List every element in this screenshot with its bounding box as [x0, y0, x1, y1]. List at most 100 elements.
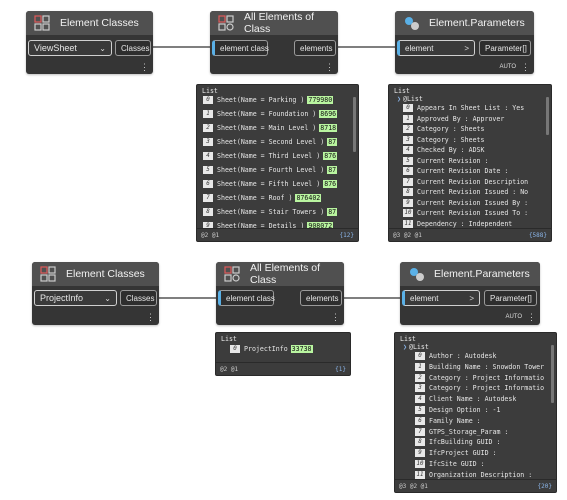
menu-dots-icon[interactable]: ⋮: [331, 312, 340, 323]
list-item[interactable]: 4 Client Name : Autodesk: [415, 394, 516, 404]
element-parameters-node-2[interactable]: Element.Parameters element > Parameter[] …: [400, 262, 540, 325]
list-item[interactable]: 6 Family Name :: [415, 416, 481, 426]
list-index: 2: [415, 373, 425, 382]
list-item[interactable]: 1 Approved By : Approver: [403, 114, 504, 124]
list-index: 7: [203, 194, 213, 202]
list-item[interactable]: 9 IfcProject GUID :: [415, 448, 497, 458]
list-levels: @3 @2 @1: [393, 232, 422, 239]
list-item[interactable]: 4 Sheet(Name = Third Level ) 876: [203, 151, 338, 161]
list-item[interactable]: 9 Current Revision Issued By :: [403, 198, 528, 208]
watch-list: 0 Author : Autodesk 1 Building Name : Snowd…: [415, 351, 551, 479]
input-port-element-class[interactable]: element class: [212, 40, 269, 56]
node-header[interactable]: All Elements of Class: [210, 11, 338, 35]
list-item[interactable]: 10 IfcSite GUID :: [415, 459, 485, 469]
output-port-parameters[interactable]: Parameter[]: [479, 40, 531, 56]
element-id-badge[interactable]: 33738: [290, 345, 313, 353]
list-item[interactable]: 11 Organization Description :: [415, 470, 532, 479]
all-elements-node[interactable]: All Elements of Class element class elem…: [210, 11, 338, 74]
element-id-badge[interactable]: 876: [323, 180, 338, 188]
list-item[interactable]: 8 Current Revision Issued : No: [403, 187, 528, 197]
node-header[interactable]: All Elements of Class: [216, 262, 344, 286]
element-id-badge[interactable]: 8696: [319, 110, 338, 118]
watch-header: List: [400, 335, 416, 343]
menu-dots-icon[interactable]: ⋮: [521, 62, 530, 73]
list-item[interactable]: 8 Sheet(Name = Stair Towers ) 87: [203, 207, 338, 217]
output-port-classes[interactable]: Classes: [120, 290, 157, 306]
list-item[interactable]: 1 Building Name : Snowdon Tower: [415, 362, 544, 372]
list-item[interactable]: 6 Sheet(Name = Fifth Level ) 876: [203, 179, 338, 189]
menu-dots-icon[interactable]: ⋮: [146, 312, 155, 323]
element-id-badge[interactable]: 8718: [319, 124, 338, 132]
element-parameters-node[interactable]: Element.Parameters element > Parameter[] …: [395, 11, 534, 74]
list-item[interactable]: 3 Sheet(Name = Second Level ) 87: [203, 137, 338, 147]
scroll-bar[interactable]: [546, 97, 549, 135]
class-dropdown[interactable]: ProjectInfo ⌄: [34, 290, 117, 306]
list-item[interactable]: 1 Sheet(Name = Foundation ) 8696: [203, 109, 338, 119]
menu-dots-icon[interactable]: ⋮: [527, 312, 536, 323]
menu-dots-icon[interactable]: ⋮: [325, 62, 334, 73]
element-id-badge[interactable]: 87: [327, 208, 338, 216]
element-id-badge[interactable]: 87: [327, 166, 338, 174]
element-classes-node[interactable]: Element Classes ViewSheet ⌄ Classes ⋮: [26, 11, 153, 74]
list-item[interactable]: 8 IfcBuilding GUID :: [415, 437, 500, 447]
list-item[interactable]: 7 GTPS_Storage_Param :: [415, 427, 508, 437]
scroll-bar[interactable]: [353, 97, 356, 152]
list-levels: @2 @1: [201, 232, 220, 239]
item-count: {1}: [335, 366, 346, 373]
list-item[interactable]: 6 Current Revision Date :: [403, 166, 508, 176]
scroll-bar[interactable]: [551, 345, 554, 403]
menu-dots-icon[interactable]: ⋮: [140, 62, 149, 73]
input-port-element-class[interactable]: element class: [218, 290, 275, 306]
list-item[interactable]: 2 Category : Project Informatio: [415, 373, 544, 383]
item-count: {12}: [339, 232, 354, 239]
list-value: Author : Autodesk: [429, 352, 497, 360]
list-item[interactable]: 10 Current Revision Issued To :: [403, 208, 528, 218]
watch-parameters-preview[interactable]: List ❯ @List 0 Appears In Sheet List : Yes…: [388, 84, 552, 242]
lacing-label[interactable]: AUTO: [499, 64, 516, 70]
element-id-badge[interactable]: 87: [327, 138, 338, 146]
class-dropdown[interactable]: ViewSheet ⌄: [28, 40, 112, 56]
port-label: elements: [306, 293, 339, 303]
element-id-badge[interactable]: 779980: [307, 96, 334, 104]
item-count: {20}: [537, 483, 552, 490]
sublist-label[interactable]: ❯ @List: [397, 95, 423, 103]
output-port-parameters[interactable]: Parameter[]: [484, 290, 537, 306]
list-item[interactable]: 4 Checked By : ADSK: [403, 145, 485, 155]
sublist-label[interactable]: ❯ @List: [403, 343, 429, 351]
list-item[interactable]: 7 Current Revision Description: [403, 177, 528, 187]
parameters-icon: [405, 17, 419, 30]
input-port-element[interactable]: element >: [402, 290, 480, 306]
input-port-element[interactable]: element >: [397, 40, 475, 56]
list-item[interactable]: 3 Category : Sheets: [403, 135, 485, 145]
list-item[interactable]: 9 Sheet(Name = Details ) 908072: [203, 221, 334, 228]
list-index: 1: [203, 110, 213, 118]
watch-parameters-preview-2[interactable]: List ❯ @List 0 Author : Autodesk 1 Building …: [394, 332, 557, 493]
list-item[interactable]: 5 Design Option : -1: [415, 405, 500, 415]
node-header[interactable]: Element.Parameters: [400, 262, 540, 286]
list-item[interactable]: 7 Sheet(Name = Roof ) 876402: [203, 193, 322, 203]
list-item[interactable]: 11 Dependency : Independent: [403, 219, 512, 229]
list-item[interactable]: 0 Sheet(Name = Parking ) 779980: [203, 95, 334, 105]
element-id-badge[interactable]: 876: [323, 152, 338, 160]
all-elements-node-2[interactable]: All Elements of Class element class elem…: [216, 262, 344, 325]
output-port-classes[interactable]: Classes: [115, 40, 151, 56]
node-header[interactable]: Element Classes: [32, 262, 159, 286]
list-item[interactable]: 0 Author : Autodesk: [415, 351, 497, 361]
list-item[interactable]: 5 Sheet(Name = Fourth Level ) 87: [203, 165, 338, 175]
element-classes-node-2[interactable]: Element Classes ProjectInfo ⌄ Classes ⋮: [32, 262, 159, 325]
list-item[interactable]: 3 Category : Project Informatio: [415, 383, 544, 393]
expand-caret-icon: ❯: [397, 95, 401, 103]
node-header[interactable]: Element Classes: [26, 11, 153, 35]
lacing-label[interactable]: AUTO: [505, 314, 522, 320]
list-item[interactable]: 0 ProjectInfo 33738: [230, 344, 313, 354]
watch-elements-preview-2[interactable]: List 0 ProjectInfo 33738 @2 @1 {1}: [215, 332, 351, 376]
list-item[interactable]: 0 Appears In Sheet List : Yes: [403, 103, 524, 113]
list-item[interactable]: 5 Current Revision :: [403, 156, 488, 166]
node-header[interactable]: Element.Parameters: [395, 11, 534, 35]
list-item[interactable]: 2 Sheet(Name = Main Level ) 8718: [203, 123, 338, 133]
element-id-badge[interactable]: 876402: [295, 194, 322, 202]
output-port-elements[interactable]: elements: [300, 290, 342, 306]
list-item[interactable]: 2 Category : Sheets: [403, 124, 485, 134]
watch-elements-preview[interactable]: List 0 Sheet(Name = Parking ) 779980 1 Sheet…: [196, 84, 359, 242]
output-port-elements[interactable]: elements: [294, 40, 336, 56]
